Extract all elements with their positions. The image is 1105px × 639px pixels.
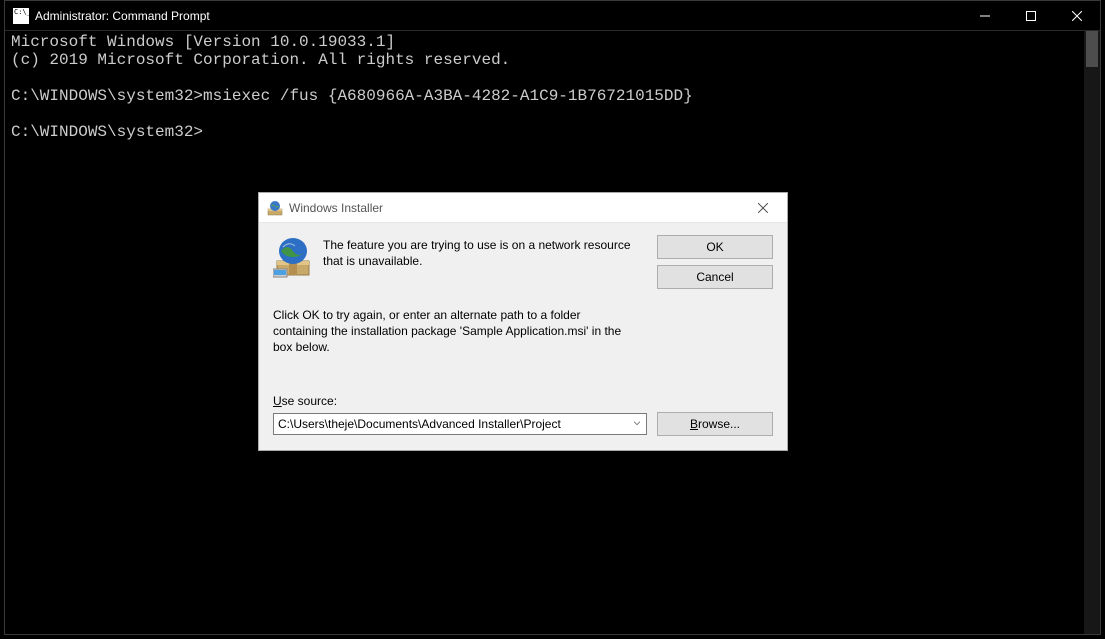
cancel-button[interactable]: Cancel [657,265,773,289]
dialog-title: Windows Installer [289,201,743,215]
browse-button[interactable]: Browse... [657,412,773,436]
cmd-line: (c) 2019 Microsoft Corporation. All righ… [11,51,510,69]
source-path-input[interactable] [274,414,628,434]
use-source-label: Use source: [273,394,773,408]
installer-icon [267,200,283,216]
cmd-line: Microsoft Windows [Version 10.0.19033.1] [11,33,395,51]
close-button[interactable] [1054,1,1100,30]
maximize-button[interactable] [1008,1,1054,30]
scrollbar-thumb[interactable] [1086,31,1098,67]
ok-button[interactable]: OK [657,235,773,259]
cmd-titlebar[interactable]: Administrator: Command Prompt [5,1,1100,31]
windows-installer-dialog: Windows Installer The feature you are tr… [258,192,788,451]
dialog-close-button[interactable] [743,196,783,220]
dialog-instruction: Click OK to try again, or enter an alter… [273,307,633,356]
window-controls [962,1,1100,30]
cmd-line: C:\WINDOWS\system32>msiexec /fus {A68096… [11,87,693,105]
dialog-body: The feature you are trying to use is on … [259,223,787,450]
cmd-icon [13,8,29,24]
scrollbar[interactable] [1084,31,1100,634]
dialog-titlebar[interactable]: Windows Installer [259,193,787,223]
installer-large-icon [273,235,313,282]
cmd-line: C:\WINDOWS\system32> [11,123,203,141]
minimize-button[interactable] [962,1,1008,30]
dropdown-button[interactable] [628,414,646,434]
dialog-main-message: The feature you are trying to use is on … [323,235,647,269]
cmd-title: Administrator: Command Prompt [35,9,962,23]
source-path-combobox[interactable] [273,413,647,435]
